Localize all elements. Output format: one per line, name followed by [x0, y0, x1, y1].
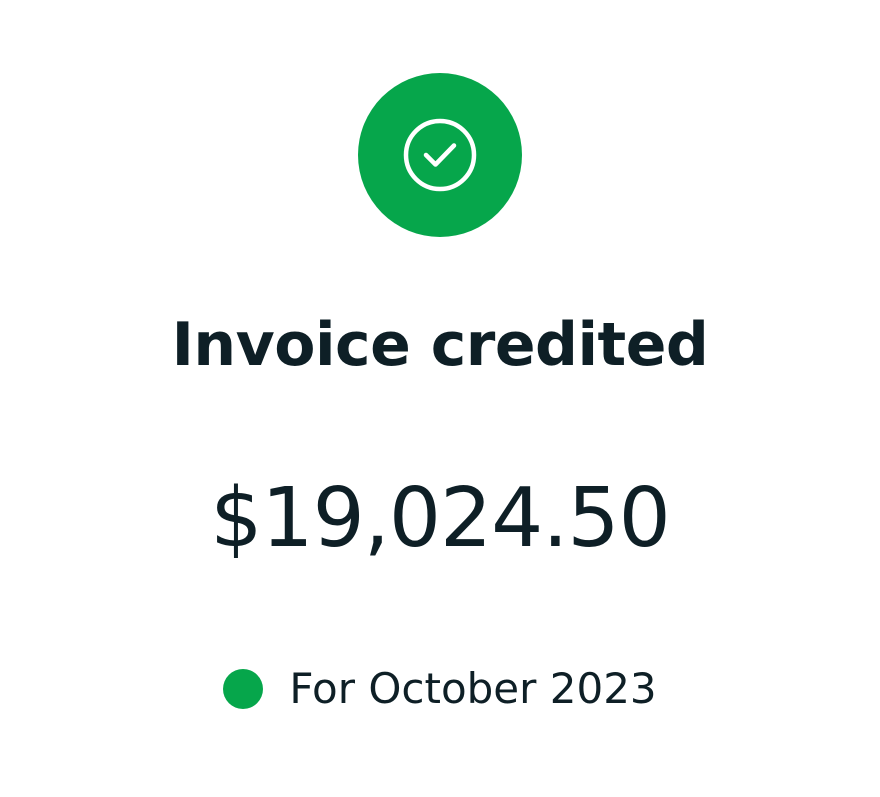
status-circle [358, 73, 522, 237]
invoice-credited-card: Invoice credited $19,024.50 For October … [0, 0, 880, 797]
credited-amount: $19,024.50 [210, 471, 671, 566]
period-label: For October 2023 [289, 664, 657, 713]
status-dot [223, 669, 264, 709]
period-row: For October 2023 [0, 660, 880, 718]
check-circle-icon [403, 118, 477, 192]
page-title: Invoice credited [171, 310, 709, 380]
